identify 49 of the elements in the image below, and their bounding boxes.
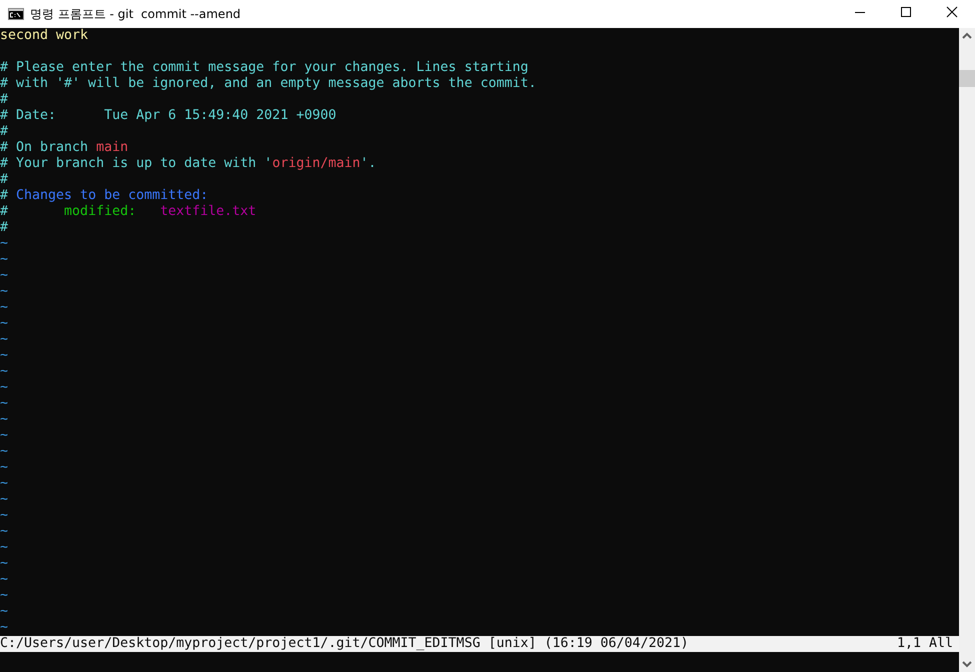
window-title: 명령 프롬프트 - git commit --amend: [30, 6, 241, 22]
terminal-text: main: [96, 140, 128, 155]
terminal-icon: [8, 8, 24, 20]
empty-line-marker: ~: [0, 556, 8, 571]
empty-line-marker: ~: [0, 476, 8, 491]
empty-line-marker: ~: [0, 604, 8, 619]
terminal-text: # Your branch is up to date with ': [0, 156, 272, 171]
empty-line-marker: ~: [0, 380, 8, 395]
empty-line-marker: ~: [0, 284, 8, 299]
terminal-text: origin/main: [272, 156, 360, 171]
empty-line-marker: ~: [0, 444, 8, 459]
empty-line-marker: ~: [0, 620, 8, 635]
terminal-text: textfile.txt: [160, 204, 256, 219]
empty-line-marker: ~: [0, 460, 8, 475]
terminal-text: #: [0, 92, 8, 107]
empty-line-marker: ~: [0, 236, 8, 251]
terminal-text: Changes to be committed:: [16, 188, 208, 203]
empty-line-marker: ~: [0, 508, 8, 523]
terminal-text: # On branch: [0, 140, 90, 155]
empty-line-marker: ~: [0, 492, 8, 507]
empty-line-marker: ~: [0, 332, 8, 347]
terminal-text: #: [0, 204, 10, 219]
terminal-text: #: [0, 188, 10, 203]
empty-line-marker: ~: [0, 300, 8, 315]
terminal-text: # with '#' will be ignored, and an empty message aborts the commit.: [0, 76, 536, 91]
empty-line-marker: ~: [0, 396, 8, 411]
empty-line-marker: ~: [0, 524, 8, 539]
cursor-position: 1,1 All: [896, 636, 953, 652]
empty-line-marker: ~: [0, 316, 8, 331]
empty-line-marker: ~: [0, 252, 8, 267]
terminal-text: # Date: Tue Apr 6 15:49:40 2021 +0900: [0, 108, 336, 123]
empty-line-marker: ~: [0, 268, 8, 283]
terminal-text: #: [0, 220, 8, 235]
terminal-text: modified:: [64, 204, 138, 219]
scroll-thumb[interactable]: [959, 70, 975, 87]
empty-line-marker: ~: [0, 364, 8, 379]
terminal-text: #: [0, 172, 8, 187]
empty-line-marker: ~: [0, 572, 8, 587]
status-file-info: C:/Users/user/Desktop/myproject/project1/.git/COMMIT_EDITMSG [unix] (16:19 06/04/2021): [0, 636, 688, 652]
scrollbar[interactable]: [959, 28, 975, 672]
empty-line-marker: ~: [0, 588, 8, 603]
terminal-text: # Please enter the commit message for your changes. Lines starting: [0, 60, 528, 75]
empty-line-marker: ~: [0, 428, 8, 443]
terminal-text: second work: [0, 28, 88, 43]
empty-line-marker: ~: [0, 540, 8, 555]
terminal-text: '.: [360, 156, 376, 171]
empty-line-marker: ~: [0, 412, 8, 427]
terminal-text: #: [0, 124, 8, 139]
empty-line-marker: ~: [0, 348, 8, 363]
